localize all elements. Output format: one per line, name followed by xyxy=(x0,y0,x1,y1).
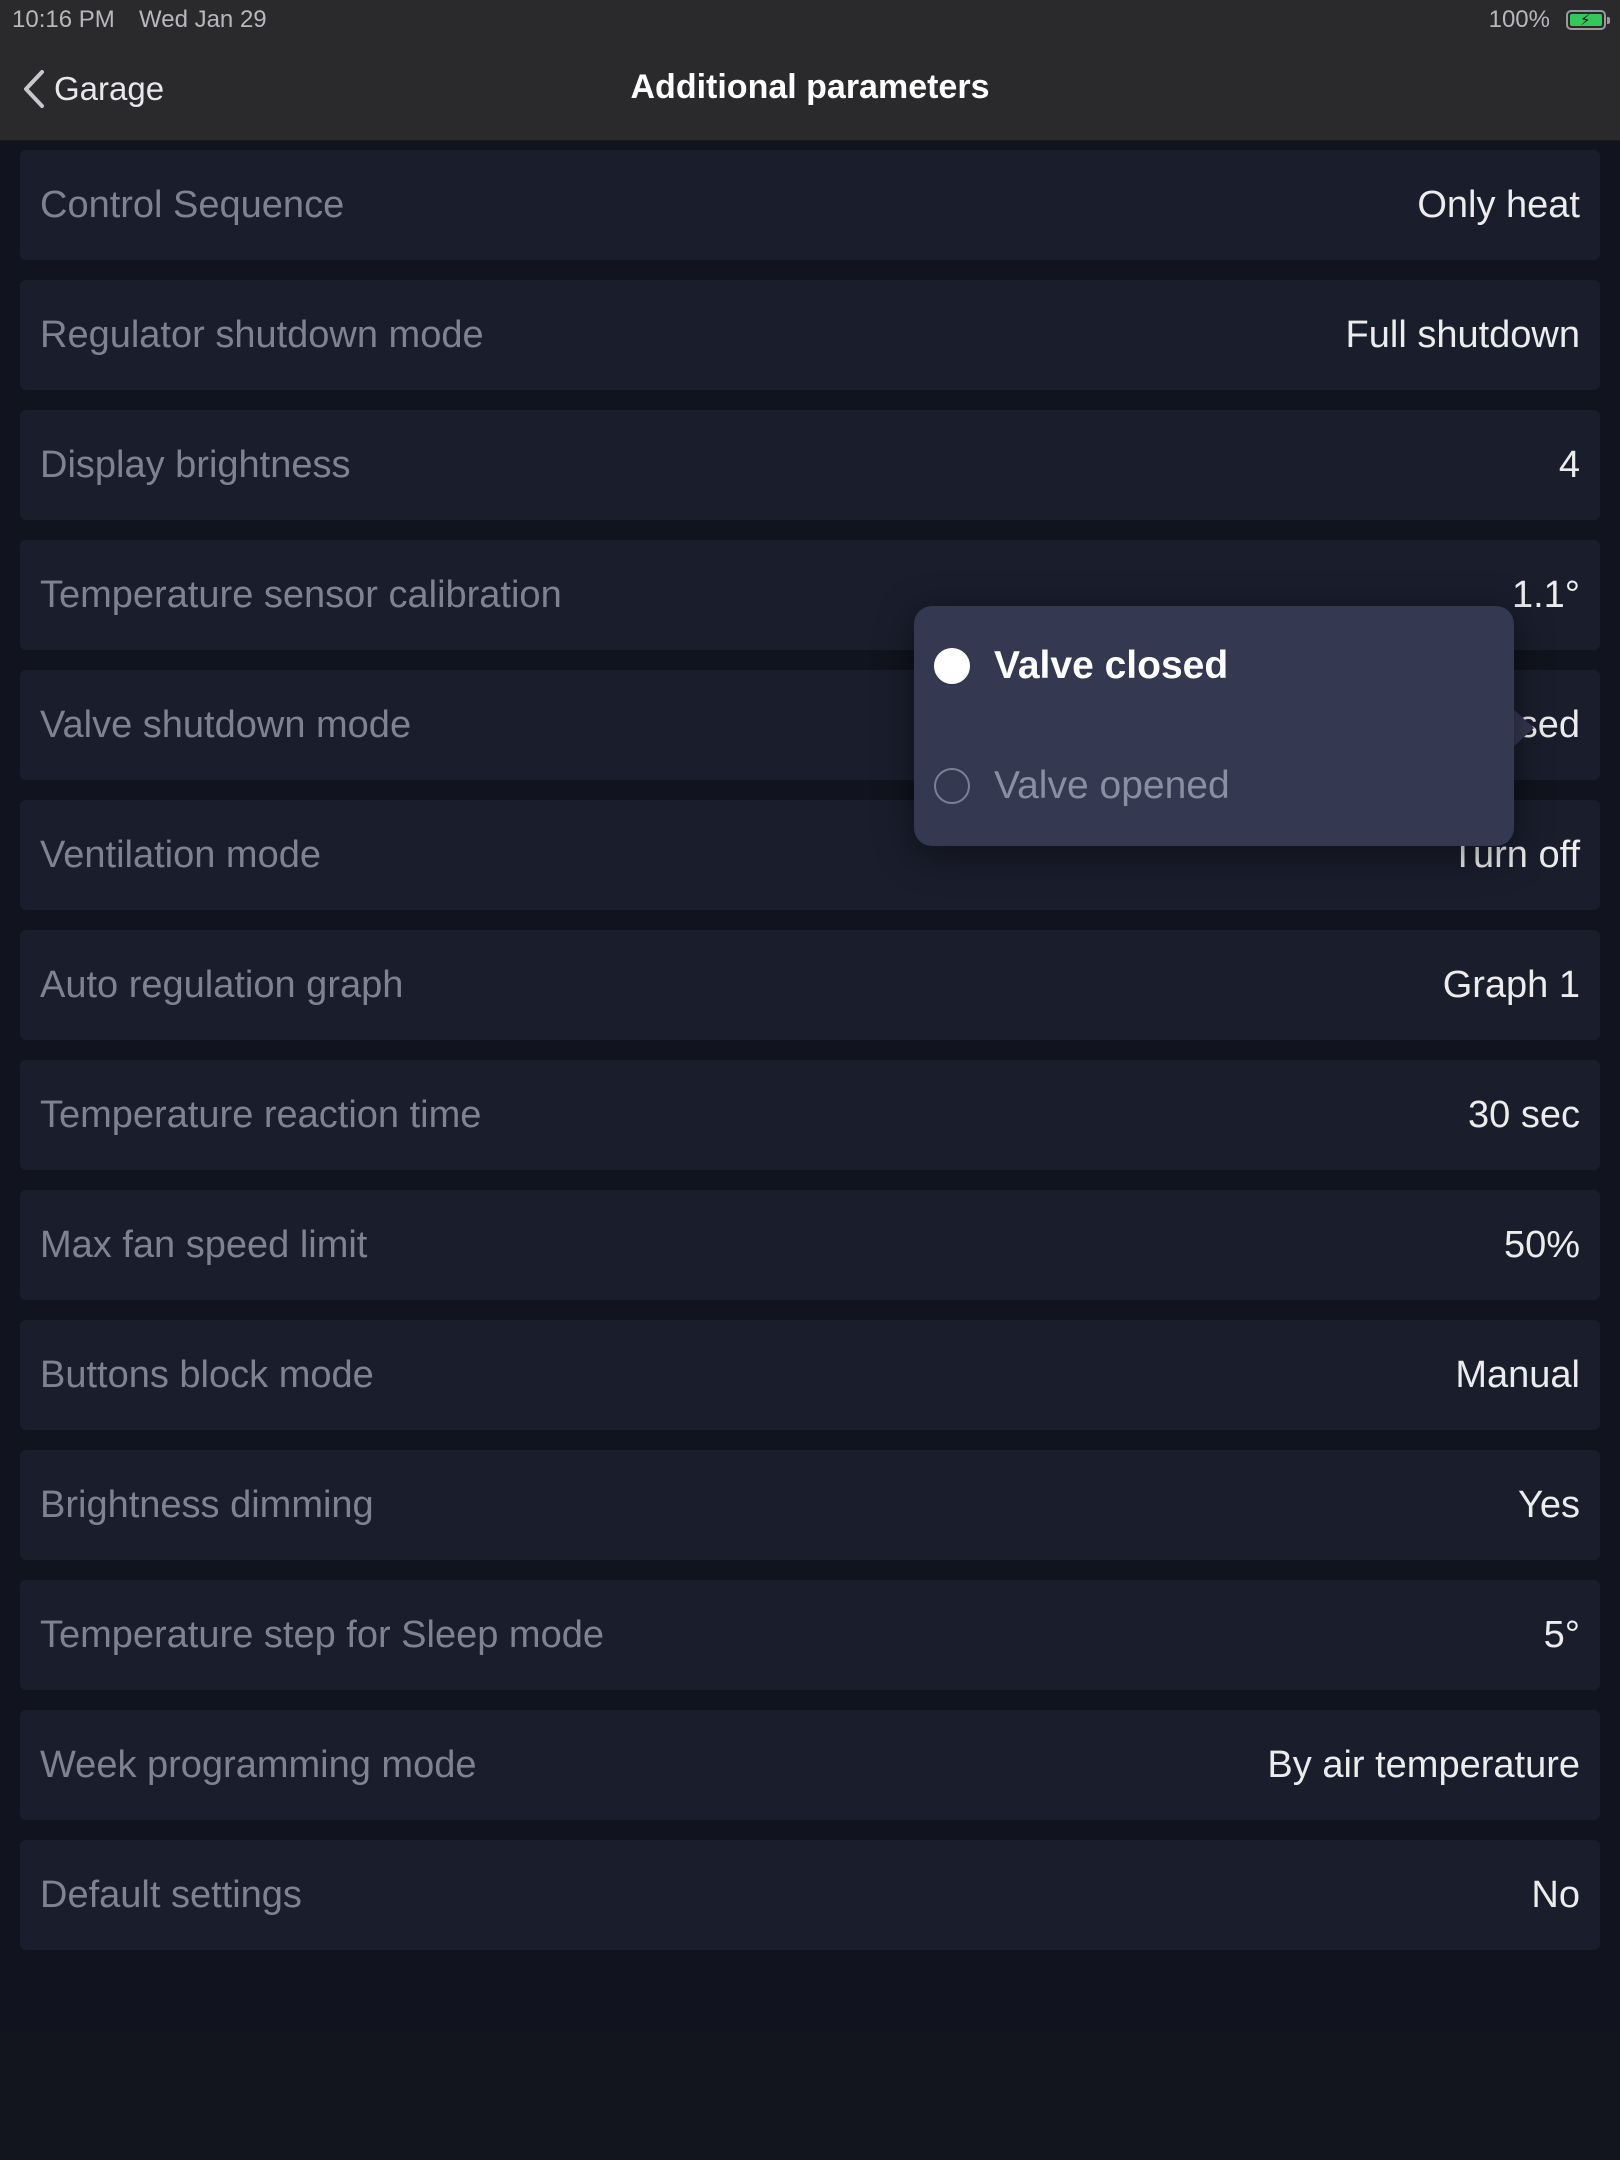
row-label: Display brightness xyxy=(40,444,351,486)
option-valve-opened[interactable]: Valve opened xyxy=(934,756,1494,816)
row-max-fan-speed-limit[interactable]: Max fan speed limit 50% xyxy=(20,1190,1600,1300)
valve-shutdown-popover: Valve closed Valve opened xyxy=(914,606,1514,846)
row-buttons-block-mode[interactable]: Buttons block mode Manual xyxy=(20,1320,1600,1430)
row-label: Regulator shutdown mode xyxy=(40,314,484,356)
charging-bolt-icon: ⚡ xyxy=(1580,12,1591,29)
row-label: Valve shutdown mode xyxy=(40,704,412,746)
row-label: Ventilation mode xyxy=(40,834,321,876)
battery-nub xyxy=(1607,17,1610,24)
row-value: 4 xyxy=(1558,444,1580,486)
row-label: Week programming mode xyxy=(40,1744,477,1786)
row-label: Temperature reaction time xyxy=(40,1094,482,1136)
row-brightness-dimming[interactable]: Brightness dimming Yes xyxy=(20,1450,1600,1560)
row-value: 5° xyxy=(1543,1614,1580,1656)
popover-arrow xyxy=(1512,708,1534,748)
row-week-programming-mode[interactable]: Week programming mode By air temperature xyxy=(20,1710,1600,1820)
row-value: Manual xyxy=(1455,1354,1580,1396)
page-title: Additional parameters xyxy=(630,68,990,106)
row-label: Brightness dimming xyxy=(40,1484,374,1526)
row-display-brightness[interactable]: Display brightness 4 xyxy=(20,410,1600,520)
battery-percent: 100% xyxy=(1488,6,1550,33)
option-label: Valve closed xyxy=(994,644,1229,687)
row-value: Yes xyxy=(1518,1484,1580,1526)
row-label: Max fan speed limit xyxy=(40,1224,368,1266)
row-label: Control Sequence xyxy=(40,184,345,226)
row-label: Default settings xyxy=(40,1874,302,1916)
battery-icon: ⚡ xyxy=(1566,10,1610,30)
row-value: 50% xyxy=(1503,1224,1580,1266)
row-label: Temperature sensor calibration xyxy=(40,574,562,616)
row-value: No xyxy=(1531,1874,1580,1916)
row-value: Graph 1 xyxy=(1442,964,1580,1006)
parameters-list: Control Sequence Only heat Regulator shu… xyxy=(20,150,1600,1970)
option-label: Valve opened xyxy=(994,764,1230,807)
row-default-settings[interactable]: Default settings No xyxy=(20,1840,1600,1950)
row-value: 30 sec xyxy=(1468,1094,1580,1136)
row-label: Temperature step for Sleep mode xyxy=(40,1614,604,1656)
row-value: By air temperature xyxy=(1267,1744,1580,1786)
radio-selected-icon xyxy=(934,648,970,684)
row-value: Only heat xyxy=(1417,184,1580,226)
row-label: Auto regulation graph xyxy=(40,964,404,1006)
option-valve-closed[interactable]: Valve closed xyxy=(934,636,1494,696)
status-time: 10:16 PM xyxy=(12,6,115,33)
navigation-bar: Garage Additional parameters xyxy=(0,40,1620,141)
status-bar: 10:16 PM Wed Jan 29 100% ⚡ xyxy=(0,0,1620,40)
status-date: Wed Jan 29 xyxy=(139,6,267,33)
row-control-sequence[interactable]: Control Sequence Only heat xyxy=(20,150,1600,260)
row-value: Full shutdown xyxy=(1345,314,1580,356)
row-auto-regulation-graph[interactable]: Auto regulation graph Graph 1 xyxy=(20,930,1600,1040)
row-temperature-step-sleep-mode[interactable]: Temperature step for Sleep mode 5° xyxy=(20,1580,1600,1690)
row-regulator-shutdown-mode[interactable]: Regulator shutdown mode Full shutdown xyxy=(20,280,1600,390)
row-label: Buttons block mode xyxy=(40,1354,374,1396)
radio-unselected-icon xyxy=(934,768,970,804)
row-value: 1.1° xyxy=(1511,574,1580,616)
row-temperature-reaction-time[interactable]: Temperature reaction time 30 sec xyxy=(20,1060,1600,1170)
